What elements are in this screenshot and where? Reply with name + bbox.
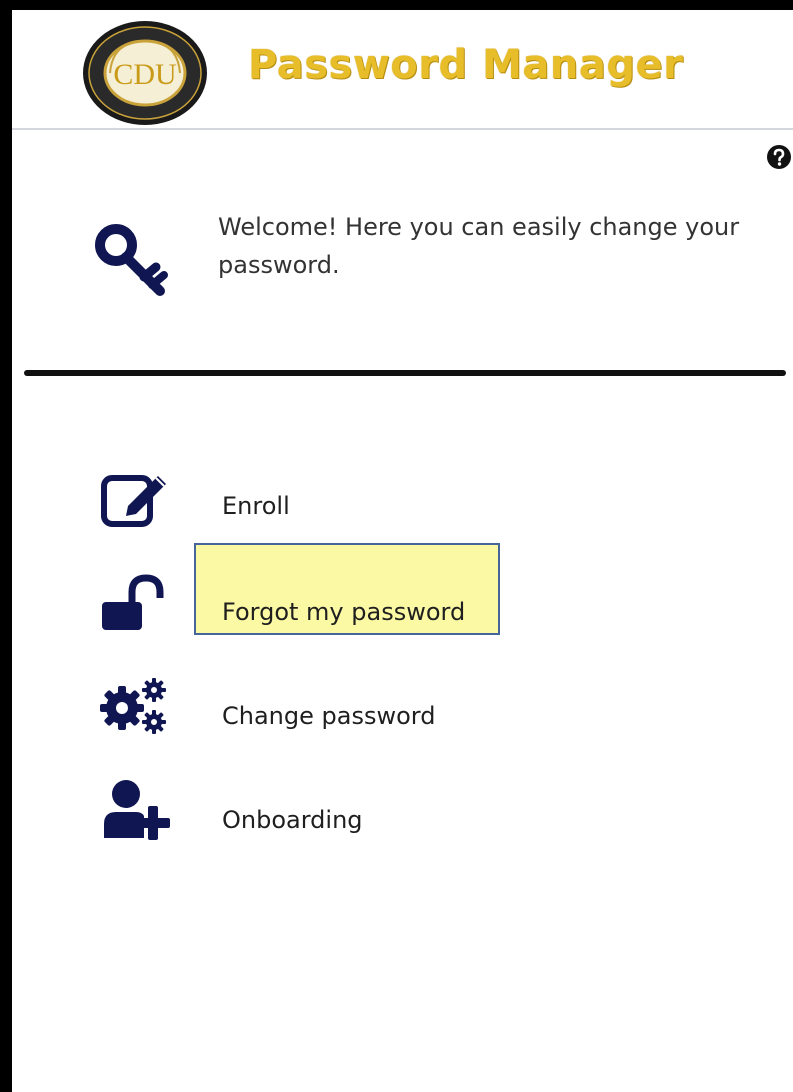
- logo-text: CDU: [113, 58, 177, 91]
- edit-icon: [101, 475, 166, 527]
- unlock-icon: [102, 574, 164, 630]
- section-divider: [24, 370, 786, 376]
- menu-item-forgot-password[interactable]: Forgot my password: [92, 574, 512, 644]
- menu-item-enroll[interactable]: Enroll: [92, 468, 512, 538]
- menu-item-onboarding[interactable]: Onboarding: [92, 778, 512, 848]
- user-plus-icon: [104, 780, 170, 840]
- menu-item-change-password[interactable]: Change password: [92, 674, 512, 744]
- menu-label-change-password: Change password: [222, 702, 436, 730]
- page: CDU Password Manager Welcome! Here you c…: [12, 10, 793, 1092]
- menu-label-forgot-password: Forgot my password: [222, 598, 466, 626]
- welcome-message: Welcome! Here you can easily change your…: [218, 213, 740, 279]
- menu-label-onboarding: Onboarding: [222, 806, 363, 834]
- gears-icon: [100, 678, 166, 734]
- menu-label-enroll: Enroll: [222, 492, 290, 520]
- cdu-logo: CDU: [83, 21, 207, 125]
- header: CDU Password Manager: [12, 10, 793, 130]
- key-icon: [95, 224, 168, 296]
- app-title: Password Manager: [248, 42, 684, 88]
- question-circle-icon[interactable]: [766, 144, 792, 170]
